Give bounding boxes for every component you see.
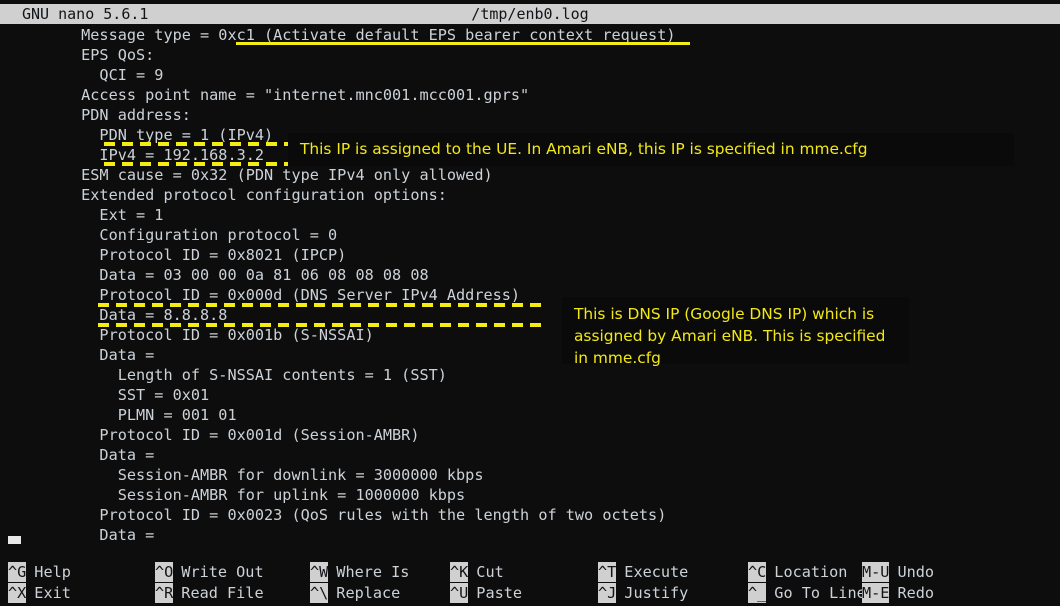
editor-line: Protocol ID = 0x0023 (QoS rules with the… bbox=[8, 506, 667, 524]
editor-line: PDN address: bbox=[8, 106, 191, 124]
shortcut-label: Cut bbox=[476, 563, 504, 581]
titlebar: GNU nano 5.6.1 /tmp/enb0.log bbox=[0, 4, 1060, 24]
editor-line: Data = 03 00 00 0a 81 06 08 08 08 08 bbox=[8, 266, 429, 284]
editor-line: Ext = 1 bbox=[8, 206, 164, 224]
editor-line: EPS QoS: bbox=[8, 46, 155, 64]
editor-line: QCI = 9 bbox=[8, 66, 164, 84]
shortcut-label: Paste bbox=[476, 584, 523, 602]
text-cursor bbox=[8, 536, 21, 544]
shortcut-label: Replace bbox=[336, 584, 401, 602]
editor-line: Protocol ID = 0x001d (Session-AMBR) bbox=[8, 426, 420, 444]
shortcut-paste[interactable]: ^U Paste bbox=[450, 583, 522, 604]
shortcut-key: ^T bbox=[598, 562, 617, 582]
shortcut-key: ^O bbox=[155, 562, 174, 582]
shortcut-label: Go To Line bbox=[774, 584, 866, 602]
shortcut-help[interactable]: ^G Help bbox=[8, 562, 71, 583]
shortcut-label: Where Is bbox=[336, 563, 410, 581]
shortcut-key: ^C bbox=[748, 562, 767, 582]
shortcut-label: Exit bbox=[34, 584, 71, 602]
editor-line: SST = 0x01 bbox=[8, 386, 210, 404]
editor-line: Session-AMBR for downlink = 3000000 kbps bbox=[8, 466, 484, 484]
editor-line: Data = bbox=[8, 526, 155, 544]
shortcut-redo[interactable]: M-E Redo bbox=[862, 583, 934, 604]
highlight-dashed-top-dns bbox=[98, 303, 548, 307]
shortcut-key: ^U bbox=[450, 583, 469, 603]
highlight-dashed-bottom-pdn-ip bbox=[104, 162, 294, 166]
shortcut-go-to-line[interactable]: ^_ Go To Line bbox=[748, 583, 866, 604]
nano-terminal-window: GNU nano 5.6.1 /tmp/enb0.log Message typ… bbox=[0, 0, 1060, 606]
shortcut-label: Undo bbox=[897, 563, 935, 581]
shortcut-label: Justify bbox=[624, 584, 689, 602]
shortcut-label: Read File bbox=[181, 584, 264, 602]
editor-line: Data = bbox=[8, 446, 155, 464]
highlight-dashed-top-pdn-ip bbox=[104, 142, 294, 146]
editor-text-area[interactable]: Message type = 0xc1 (Activate default EP… bbox=[0, 25, 1060, 555]
shortcut-key: ^K bbox=[450, 562, 469, 582]
shortcut-label: Location bbox=[774, 563, 848, 581]
shortcut-write-out[interactable]: ^O Write Out bbox=[155, 562, 264, 583]
shortcut-execute[interactable]: ^T Execute bbox=[598, 562, 688, 583]
editor-line: ESM cause = 0x32 (PDN type IPv4 only all… bbox=[8, 166, 493, 184]
editor-line: Access point name = "internet.mnc001.mcc… bbox=[8, 86, 530, 104]
editor-line: Extended protocol configuration options: bbox=[8, 186, 447, 204]
shortcut-replace[interactable]: ^\ Replace bbox=[310, 583, 400, 604]
shortcut-key: ^_ bbox=[748, 583, 767, 603]
highlight-dashed-bottom-dns bbox=[98, 323, 548, 327]
shortcut-label: Redo bbox=[897, 584, 935, 602]
shortcut-key: ^W bbox=[310, 562, 329, 582]
shortcut-read-file[interactable]: ^R Read File bbox=[155, 583, 264, 604]
shortcut-exit[interactable]: ^X Exit bbox=[8, 583, 71, 604]
shortcut-location[interactable]: ^C Location bbox=[748, 562, 847, 583]
editor-line: Session-AMBR for uplink = 1000000 kbps bbox=[8, 486, 466, 504]
shortcut-key: M-U bbox=[862, 562, 890, 582]
editor-line: PLMN = 001 01 bbox=[8, 406, 237, 424]
shortcut-key: ^G bbox=[8, 562, 27, 582]
editor-line: Length of S-NSSAI contents = 1 (SST) bbox=[8, 366, 447, 384]
shortcut-undo[interactable]: M-U Undo bbox=[862, 562, 934, 583]
annotation-note-dns-ip: This is DNS IP (Google DNS IP) which is … bbox=[562, 297, 909, 367]
editor-line: Configuration protocol = 0 bbox=[8, 226, 338, 244]
titlebar-filename: /tmp/enb0.log bbox=[471, 5, 589, 23]
shortcut-key: ^J bbox=[598, 583, 617, 603]
shortcut-key: ^X bbox=[8, 583, 27, 603]
shortcut-label: Help bbox=[34, 563, 71, 581]
shortcut-justify[interactable]: ^J Justify bbox=[598, 583, 688, 604]
editor-line: Protocol ID = 0x8021 (IPCP) bbox=[8, 246, 347, 264]
shortcut-row-1: ^G Help ^O Write Out ^W Where Is ^K Cut ^T Execut… bbox=[0, 562, 1060, 583]
shortcut-help-bar: ^G Help ^O Write Out ^W Where Is ^K Cut ^T Execut… bbox=[0, 562, 1060, 606]
shortcut-label: Execute bbox=[624, 563, 689, 581]
shortcut-where-is[interactable]: ^W Where Is bbox=[310, 562, 409, 583]
shortcut-key: ^R bbox=[155, 583, 174, 603]
shortcut-row-2: ^X Exit ^R Read File ^\ Replace ^U Paste ^J Justi… bbox=[0, 583, 1060, 604]
shortcut-cut[interactable]: ^K Cut bbox=[450, 562, 504, 583]
highlight-underline-message-type bbox=[236, 42, 690, 45]
shortcut-key: ^\ bbox=[310, 583, 329, 603]
shortcut-label: Write Out bbox=[181, 563, 264, 581]
annotation-note-ue-ip: This IP is assigned to the UE. In Amari … bbox=[288, 133, 1014, 166]
shortcut-key: M-E bbox=[862, 583, 890, 603]
